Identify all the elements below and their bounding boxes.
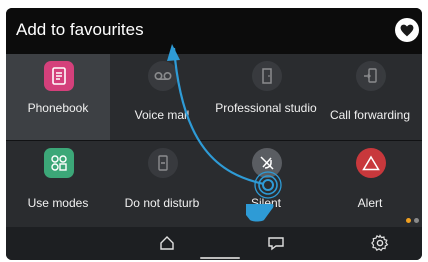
- tile-label: Use modes: [27, 196, 89, 210]
- chat-icon: [268, 237, 284, 251]
- alert-icon: [356, 148, 386, 178]
- call-forward-icon: [356, 61, 386, 91]
- tile-do-not-disturb[interactable]: Do not disturb: [110, 141, 214, 227]
- silent-icon: [252, 148, 282, 178]
- page-dot-active: [406, 218, 411, 223]
- tile-label: Silent: [250, 196, 282, 210]
- home-icon: [160, 236, 174, 250]
- tile-voice-mail[interactable]: Voice mail: [110, 54, 214, 140]
- tile-phonebook[interactable]: Phonebook: [6, 54, 110, 140]
- app-grid: Phonebook Voice mail Professional studio: [6, 54, 422, 227]
- do-not-disturb-icon: [148, 148, 178, 178]
- tile-call-forwarding[interactable]: Call forwarding: [318, 54, 422, 140]
- tile-use-modes[interactable]: Use modes: [6, 141, 110, 227]
- tile-label: Call forwarding: [329, 108, 411, 122]
- tile-label: Voice mail: [134, 108, 190, 122]
- use-modes-icon: [44, 148, 74, 178]
- home-indicator: [200, 257, 240, 259]
- phonebook-icon: [44, 61, 74, 91]
- settings-button[interactable]: [360, 231, 400, 255]
- title-bar: Add to favourites: [6, 8, 422, 54]
- tile-label: Phonebook: [27, 101, 89, 115]
- device-screen: Add to favourites Phonebook Voice mail P…: [6, 8, 422, 260]
- chat-button[interactable]: [256, 231, 296, 255]
- heart-icon: [400, 24, 414, 36]
- tile-professional-studio[interactable]: Professional studio: [214, 54, 318, 140]
- tile-silent[interactable]: Silent: [214, 141, 318, 227]
- bottom-dock: [6, 227, 422, 260]
- settings-icon: [371, 234, 389, 252]
- page-title: Add to favourites: [16, 20, 144, 39]
- tile-alert[interactable]: Alert: [318, 141, 422, 227]
- tile-label: Alert: [357, 196, 383, 210]
- door-icon: [252, 61, 282, 91]
- home-button[interactable]: [147, 231, 187, 255]
- voicemail-icon: [148, 61, 178, 91]
- tile-label: Professional studio: [215, 101, 317, 115]
- tile-label: Do not disturb: [124, 196, 200, 210]
- favourites-button[interactable]: [395, 18, 419, 42]
- page-dot: [414, 218, 419, 223]
